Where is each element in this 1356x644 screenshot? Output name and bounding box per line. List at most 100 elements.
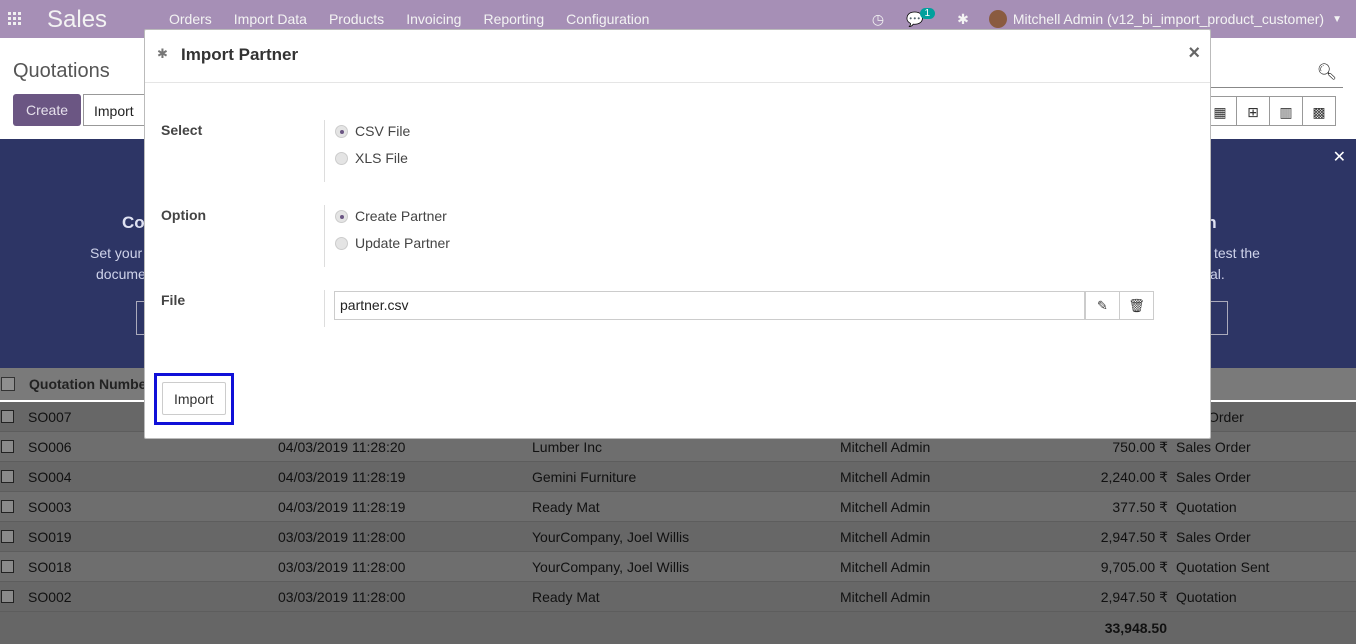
table-row[interactable]: SO019 03/03/2019 11:28:00 YourCompany, J… bbox=[0, 522, 1356, 552]
cell-status: Quotation bbox=[1176, 589, 1237, 605]
cell-amount: 377.50 ₹ bbox=[1112, 499, 1168, 515]
bug-icon[interactable]: ✱ bbox=[957, 11, 969, 28]
row-checkbox[interactable] bbox=[1, 560, 14, 573]
app-brand: Sales bbox=[47, 6, 108, 33]
cell-number: SO006 bbox=[28, 439, 72, 455]
row-checkbox[interactable] bbox=[1, 440, 14, 453]
table-row[interactable]: SO002 03/03/2019 11:28:00 Ready Mat Mitc… bbox=[0, 582, 1356, 612]
cell-salesperson: Mitchell Admin bbox=[840, 529, 931, 545]
radio-xls-file[interactable]: XLS File bbox=[335, 150, 408, 166]
radio-label: CSV File bbox=[355, 123, 411, 139]
menu-import-data[interactable]: Import Data bbox=[223, 11, 318, 27]
column-quotation-number[interactable]: Quotation Numbe bbox=[29, 376, 146, 392]
chat-badge: 1 bbox=[919, 7, 936, 19]
row-checkbox[interactable] bbox=[1, 410, 14, 423]
option-label: Option bbox=[161, 207, 207, 223]
radio-checked-icon[interactable] bbox=[335, 209, 348, 223]
avatar[interactable] bbox=[988, 10, 1007, 28]
cell-date: 03/03/2019 11:28:00 bbox=[278, 529, 406, 545]
user-menu[interactable]: Mitchell Admin (v12_bi_import_product_cu… bbox=[1013, 11, 1324, 27]
edit-file-button[interactable]: ✎ bbox=[1085, 291, 1120, 320]
bug-icon: ✱ bbox=[157, 46, 168, 61]
create-button[interactable]: Create bbox=[13, 94, 82, 126]
import-partner-dialog: ✱ Import Partner × Select CSV File XLS F… bbox=[144, 29, 1211, 439]
menu-reporting[interactable]: Reporting bbox=[472, 11, 555, 27]
select-label: Select bbox=[161, 122, 203, 138]
file-label: File bbox=[161, 292, 186, 308]
menu-products[interactable]: Products bbox=[318, 11, 395, 27]
dialog-header: ✱ Import Partner × bbox=[145, 30, 1210, 83]
field-divider bbox=[324, 120, 325, 182]
radio-update-partner[interactable]: Update Partner bbox=[335, 235, 450, 251]
radio-label: Create Partner bbox=[355, 208, 447, 224]
select-all-checkbox[interactable] bbox=[1, 377, 15, 391]
main-menu: Orders Import Data Products Invoicing Re… bbox=[158, 11, 660, 27]
cell-number: SO002 bbox=[28, 589, 72, 605]
table-row[interactable]: SO003 04/03/2019 11:28:19 Ready Mat Mitc… bbox=[0, 492, 1356, 522]
row-checkbox[interactable] bbox=[1, 590, 14, 603]
banner-left-line-1: Set your bbox=[90, 245, 143, 261]
cell-salesperson: Mitchell Admin bbox=[840, 469, 931, 485]
cell-customer: Gemini Furniture bbox=[532, 469, 637, 485]
close-icon[interactable]: ✕ bbox=[1333, 147, 1346, 167]
graph-view-icon[interactable]: ▥ bbox=[1269, 96, 1303, 126]
radio-checked-icon[interactable] bbox=[335, 124, 348, 138]
radio-csv-file[interactable]: CSV File bbox=[335, 123, 410, 139]
cell-number: SO003 bbox=[28, 499, 72, 515]
cell-number: SO018 bbox=[28, 559, 72, 575]
cell-date: 03/03/2019 11:28:00 bbox=[278, 589, 406, 605]
cell-number: SO019 bbox=[28, 529, 72, 545]
radio-unchecked-icon[interactable] bbox=[335, 236, 348, 250]
cell-date: 04/03/2019 11:28:19 bbox=[278, 469, 406, 485]
cell-salesperson: Mitchell Admin bbox=[840, 499, 931, 515]
total-amount: 33,948.50 bbox=[1104, 620, 1167, 636]
menu-orders[interactable]: Orders bbox=[158, 11, 223, 27]
search-icon[interactable]: 🔍︎ bbox=[1317, 62, 1337, 82]
radio-unchecked-icon[interactable] bbox=[335, 151, 348, 165]
cell-amount: 9,705.00 ₹ bbox=[1100, 559, 1168, 575]
clock-icon[interactable]: ◷ bbox=[872, 11, 884, 28]
apps-grid-icon[interactable] bbox=[8, 12, 21, 25]
search-input[interactable]: 🔍︎ bbox=[1200, 58, 1343, 88]
file-name-field[interactable]: partner.csv bbox=[334, 291, 1085, 320]
cell-customer: YourCompany, Joel Willis bbox=[532, 559, 690, 575]
cell-customer: YourCompany, Joel Willis bbox=[532, 529, 690, 545]
radio-create-partner[interactable]: Create Partner bbox=[335, 208, 447, 224]
cell-status: Order bbox=[1208, 409, 1244, 425]
trash-icon: 🗑︎ bbox=[1128, 297, 1145, 313]
row-checkbox[interactable] bbox=[1, 530, 14, 543]
page-title: Quotations bbox=[13, 60, 110, 82]
import-button[interactable]: Import bbox=[162, 382, 226, 415]
cell-status: Quotation Sent bbox=[1176, 559, 1270, 575]
banner-left-text: Set your docume bbox=[90, 243, 146, 285]
import-button-toolbar[interactable]: Import bbox=[83, 94, 145, 126]
table-row[interactable]: SO018 03/03/2019 11:28:00 YourCompany, J… bbox=[0, 552, 1356, 582]
view-switcher: ▦ ⊞ ▥ ▩ bbox=[1203, 96, 1336, 126]
cell-status: Sales Order bbox=[1176, 529, 1251, 545]
cell-amount: 2,947.50 ₹ bbox=[1100, 589, 1168, 605]
row-checkbox[interactable] bbox=[1, 500, 14, 513]
navbar-systray: ◷ 💬 1 ✱ Mitchell Admin (v12_bi_import_pr… bbox=[850, 7, 1342, 28]
cell-date: 04/03/2019 11:28:19 bbox=[278, 499, 406, 515]
menu-invoicing[interactable]: Invoicing bbox=[395, 11, 472, 27]
cell-number: SO007 bbox=[28, 409, 72, 425]
radio-label: XLS File bbox=[355, 150, 408, 166]
table-row[interactable]: SO004 04/03/2019 11:28:19 Gemini Furnitu… bbox=[0, 462, 1356, 492]
chevron-down-icon: ▼ bbox=[1332, 13, 1342, 25]
pencil-icon: ✎ bbox=[1097, 297, 1108, 313]
table-footer-total: 33,948.50 bbox=[0, 612, 1356, 644]
field-divider bbox=[324, 205, 325, 267]
banner-left-title: Co bbox=[122, 213, 145, 232]
cell-status: Sales Order bbox=[1176, 469, 1251, 485]
dialog-title: Import Partner bbox=[181, 45, 299, 64]
cell-date: 03/03/2019 11:28:00 bbox=[278, 559, 406, 575]
menu-configuration[interactable]: Configuration bbox=[555, 11, 660, 27]
cell-salesperson: Mitchell Admin bbox=[840, 589, 931, 605]
radio-label: Update Partner bbox=[355, 235, 450, 251]
row-checkbox[interactable] bbox=[1, 470, 14, 483]
close-icon[interactable]: × bbox=[1188, 42, 1200, 65]
kanban-view-icon[interactable]: ▩ bbox=[1302, 96, 1336, 126]
field-divider bbox=[324, 290, 325, 327]
delete-file-button[interactable]: 🗑︎ bbox=[1119, 291, 1154, 320]
pivot-view-icon[interactable]: ⊞ bbox=[1236, 96, 1270, 126]
